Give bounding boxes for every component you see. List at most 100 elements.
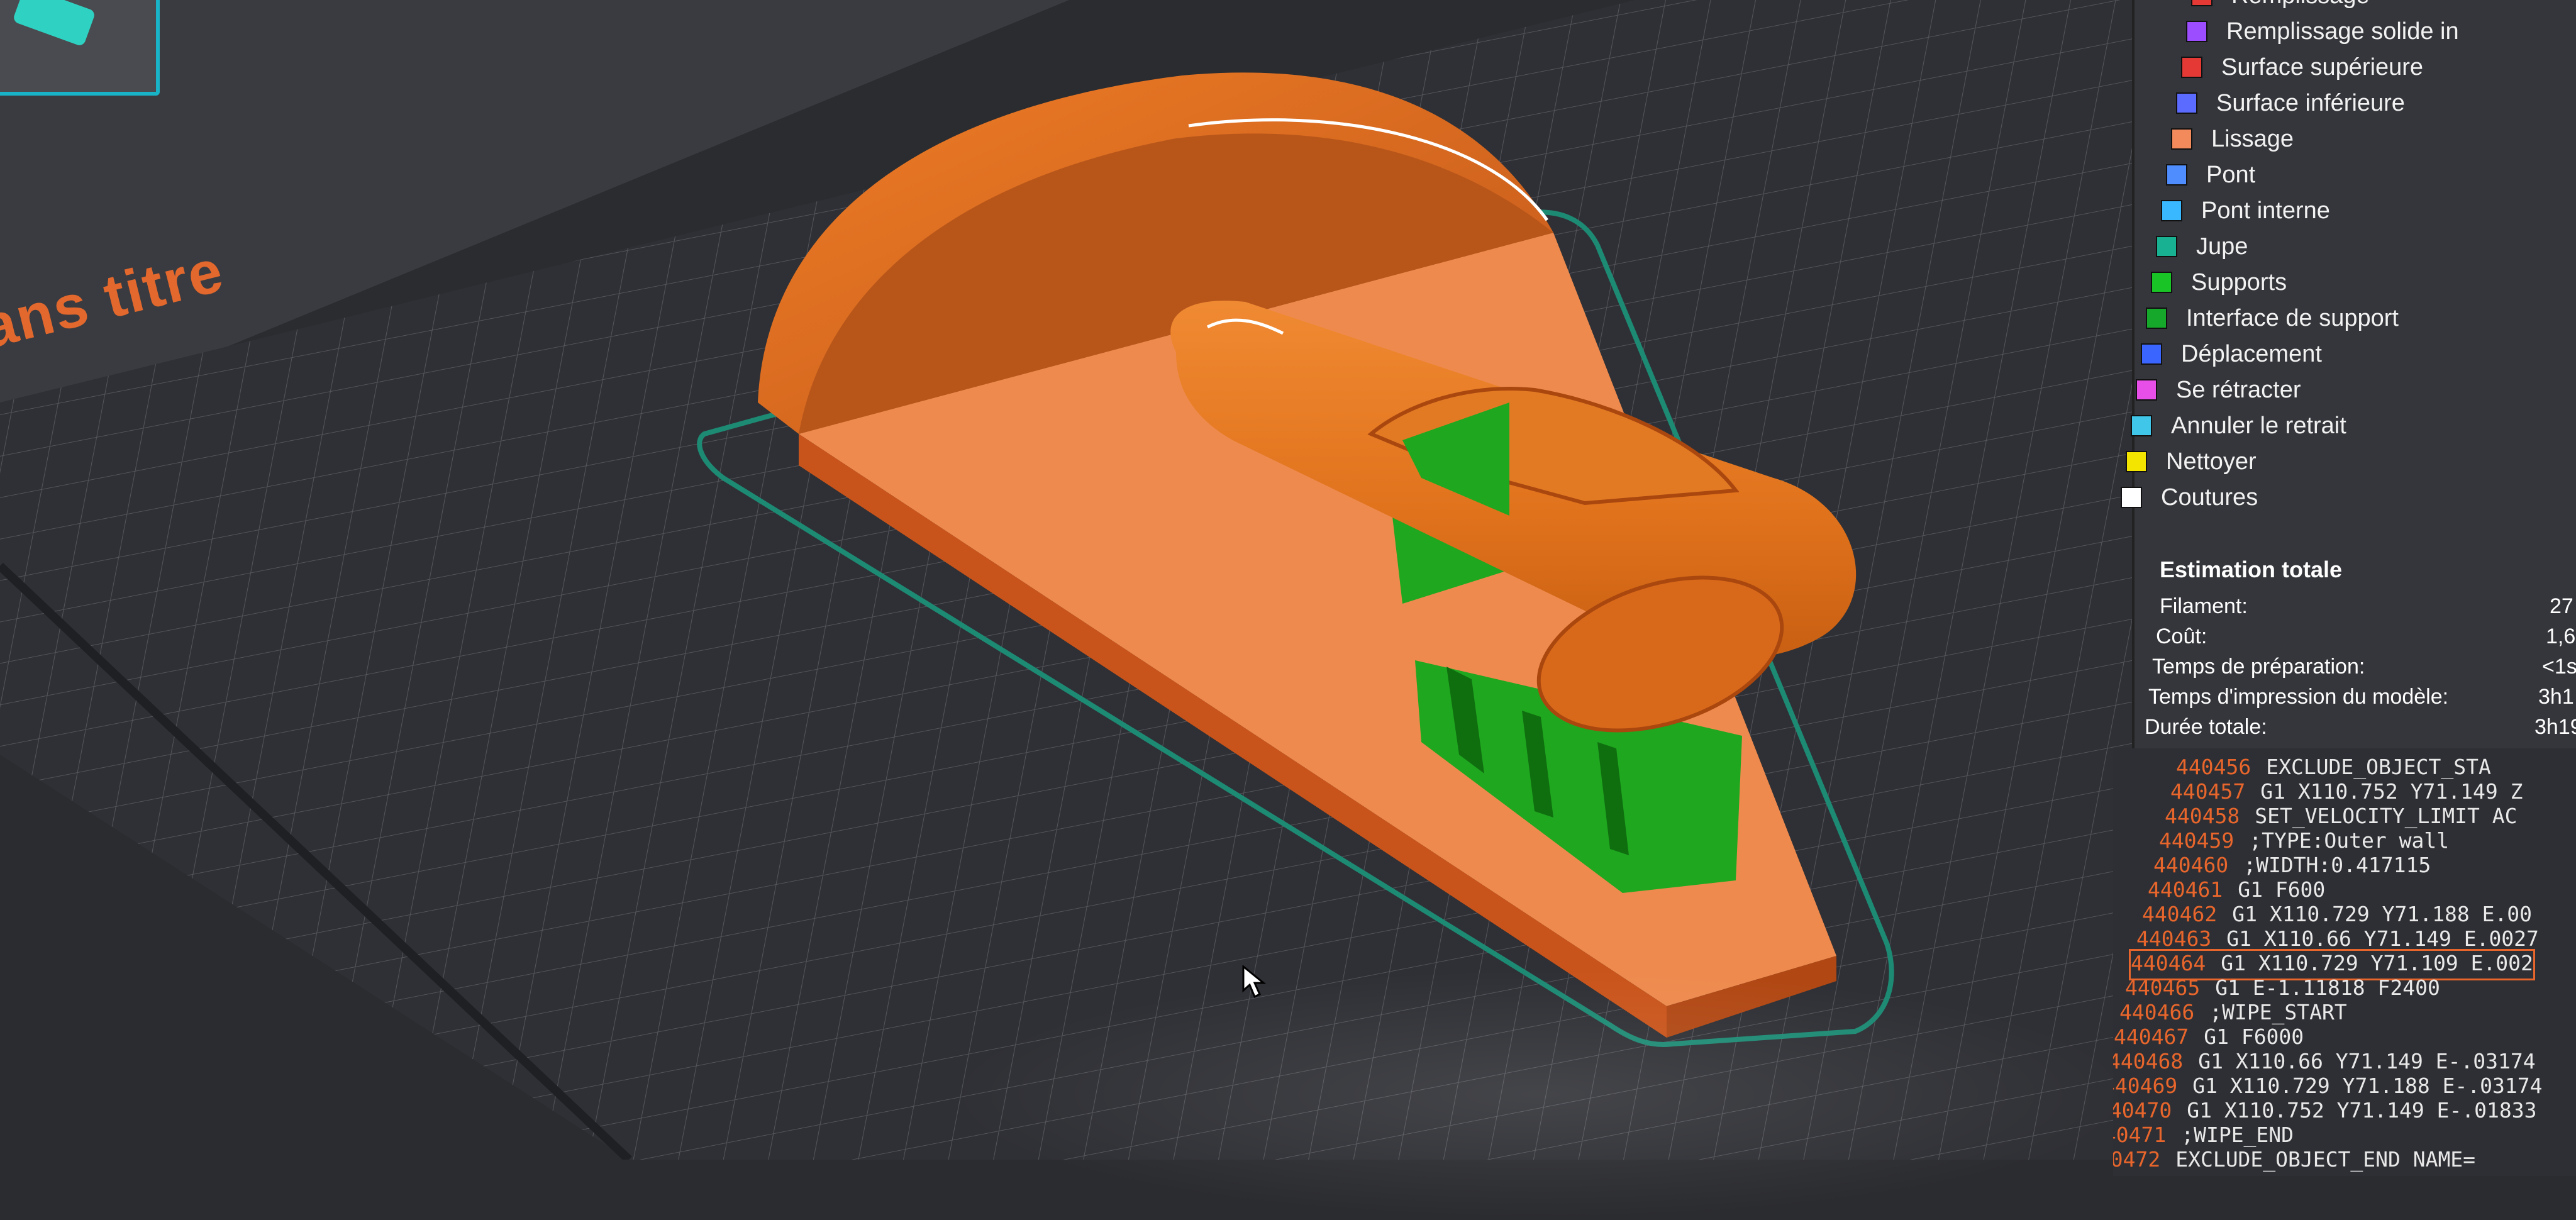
gcode-line-text: EXCLUDE_OBJECT_STA	[2266, 755, 2491, 779]
plate-thumbnail-selected[interactable]	[0, 0, 160, 96]
legend-item: Surface inférieure	[2176, 86, 2405, 121]
legend-panel: Remplissage Remplissage solide in Surface …	[2121, 0, 2576, 748]
legend-swatch	[2181, 57, 2202, 78]
gcode-line[interactable]: 440463 G1 X110.66 Y71.149 E.0027	[2136, 926, 2539, 954]
legend-label: Se rétracter	[2176, 376, 2301, 403]
gcode-line-text: G1 E-1.11818 F2400	[2215, 975, 2440, 1000]
gcode-line-text: G1 X110.729 Y71.109 E.002	[2221, 951, 2533, 975]
gcode-line-current[interactable]: 440464 G1 X110.729 Y71.109 E.002	[2129, 949, 2535, 980]
legend-label: Lissage	[2211, 125, 2294, 152]
gcode-line-text: ;WIDTH:0.417115	[2243, 853, 2431, 877]
gcode-line[interactable]: 440457 G1 X110.752 Y71.149 Z	[2170, 779, 2523, 807]
estimate-label: Temps d'impression du modèle:	[2148, 685, 2449, 709]
legend-swatch	[2126, 451, 2147, 472]
thumbnail-model	[12, 0, 96, 47]
gcode-line[interactable]: 440469 G1 X110.729 Y71.188 E-.03174	[2113, 1073, 2543, 1101]
gcode-line-number: 440465	[2125, 975, 2201, 1000]
legend-item: Se rétracter	[2136, 372, 2301, 408]
estimate-label: Coût:	[2156, 624, 2207, 648]
gcode-line[interactable]: 440470 G1 X110.752 Y71.149 E-.01833	[2113, 1098, 2537, 1126]
estimate-value: 27	[2550, 594, 2573, 618]
gcode-line-text: G1 X110.752 Y71.149 Z	[2260, 779, 2523, 804]
legend-label: Nettoyer	[2166, 448, 2257, 475]
legend-label: Annuler le retrait	[2171, 412, 2346, 439]
legend-label: Jupe	[2196, 233, 2248, 260]
legend-swatch	[2131, 415, 2152, 436]
estimate-value: 3h19	[2534, 715, 2576, 739]
gcode-line-number: 440470	[2113, 1098, 2172, 1123]
gcode-line-text: G1 F6000	[2204, 1024, 2304, 1049]
estimate-value: <1s	[2542, 655, 2576, 679]
estimate-row: Durée totale: 3h19	[2145, 715, 2576, 745]
legend-item: Remplissage solide in	[2186, 14, 2459, 49]
gcode-line[interactable]: 440456 EXCLUDE_OBJECT_STA	[2176, 755, 2491, 782]
gcode-line-number: 440456	[2176, 755, 2251, 779]
legend-swatch	[2161, 200, 2182, 221]
legend-swatch	[2121, 487, 2142, 508]
gcode-line-number: 440462	[2142, 902, 2218, 926]
gcode-line[interactable]: 440461 G1 F600	[2148, 877, 2325, 905]
gcode-line-text: G1 X110.66 Y71.149 E.0027	[2226, 926, 2539, 951]
gcode-line-number: 440463	[2136, 926, 2212, 951]
gcode-line-text: ;WIPE_END	[2181, 1123, 2294, 1147]
legend-swatch	[2136, 379, 2157, 401]
gcode-line-text: SET_VELOCITY_LIMIT AC	[2255, 804, 2518, 828]
legend-item: Pont interne	[2161, 193, 2330, 228]
legend-item: Supports	[2151, 265, 2287, 300]
legend-item: Coutures	[2121, 480, 2258, 515]
gcode-line-text: ;TYPE:Outer wall	[2249, 828, 2450, 853]
legend-label: Interface de support	[2186, 304, 2399, 331]
gcode-line[interactable]: 440467 G1 F6000	[2114, 1024, 2304, 1052]
legend-label: Surface inférieure	[2216, 89, 2405, 116]
gcode-line-number: 440467	[2114, 1024, 2189, 1049]
gcode-line[interactable]: 440465 G1 E-1.11818 F2400	[2125, 975, 2440, 1003]
legend-swatch	[2146, 308, 2167, 329]
gcode-line-number: 440461	[2148, 877, 2223, 902]
legend-item: Lissage	[2171, 121, 2294, 157]
plate-thumbnail[interactable]	[0, 0, 201, 132]
estimate-row: Temps d'impression du modèle: 3h1	[2148, 685, 2576, 715]
gcode-line[interactable]: 440471 ;WIPE_END	[2113, 1123, 2294, 1150]
legend-swatch	[2166, 164, 2187, 186]
gcode-line-number: 440459	[2159, 828, 2235, 853]
legend-item: Nettoyer	[2126, 444, 2257, 479]
gcode-line[interactable]: 440460 ;WIDTH:0.417115	[2153, 853, 2431, 880]
gcode-line[interactable]: 440472EXCLUDE_OBJECT_END NAME=	[2113, 1147, 2475, 1175]
gcode-line-number: 440469	[2113, 1073, 2178, 1098]
legend-item: Surface supérieure	[2181, 50, 2423, 85]
legend-item: Annuler le retrait	[2131, 408, 2346, 443]
legend-label: Pont	[2206, 161, 2256, 188]
legend-swatch	[2151, 272, 2172, 293]
legend-swatch	[2191, 0, 2212, 6]
estimate-label: Temps de préparation:	[2152, 655, 2365, 679]
estimate-label: Durée totale:	[2145, 715, 2267, 739]
estimate-label: Filament:	[2160, 594, 2248, 618]
gcode-line[interactable]: 440462 G1 X110.729 Y71.188 E.00	[2142, 902, 2532, 929]
legend-label: Supports	[2191, 269, 2287, 296]
legend-swatch	[2171, 128, 2192, 150]
legend-label: Déplacement	[2181, 340, 2322, 367]
legend-label: Surface supérieure	[2221, 53, 2424, 80]
gcode-line-text: G1 X110.752 Y71.149 E-.01833	[2187, 1098, 2537, 1123]
gcode-line[interactable]: 440466 ;WIPE_START	[2119, 1000, 2347, 1028]
gcode-line-number: 440458	[2165, 804, 2240, 828]
legend-label: Pont interne	[2201, 197, 2330, 224]
gcode-line-text: ;WIPE_START	[2209, 1000, 2347, 1024]
gcode-line-text: G1 X110.66 Y71.149 E-.03174	[2198, 1049, 2536, 1073]
gcode-line-number: 440471	[2113, 1123, 2167, 1147]
gcode-line[interactable]: 440459 ;TYPE:Outer wall	[2159, 828, 2449, 856]
legend-swatch	[2141, 343, 2162, 365]
legend-swatch	[2186, 21, 2207, 42]
legend-item: Pont	[2166, 157, 2255, 192]
gcode-viewer[interactable]: 440456 EXCLUDE_OBJECT_STA 440457 G1 X110.75…	[2113, 748, 2576, 1176]
legend-label: Remplissage	[2231, 0, 2370, 9]
gcode-line-number: 440468	[2113, 1049, 2184, 1073]
estimate-row: Temps de préparation: <1s	[2152, 655, 2576, 685]
gcode-line[interactable]: 440468 G1 X110.66 Y71.149 E-.03174	[2113, 1049, 2536, 1077]
estimate-row: Filament: 27	[2160, 594, 2576, 624]
gcode-line-number: 440457	[2170, 779, 2246, 804]
gcode-line-text: G1 F600	[2238, 877, 2326, 902]
legend-item: Interface de support	[2146, 301, 2399, 336]
gcode-line-text: G1 X110.729 Y71.188 E.00	[2232, 902, 2533, 926]
gcode-line[interactable]: 440458 SET_VELOCITY_LIMIT AC	[2165, 804, 2517, 831]
